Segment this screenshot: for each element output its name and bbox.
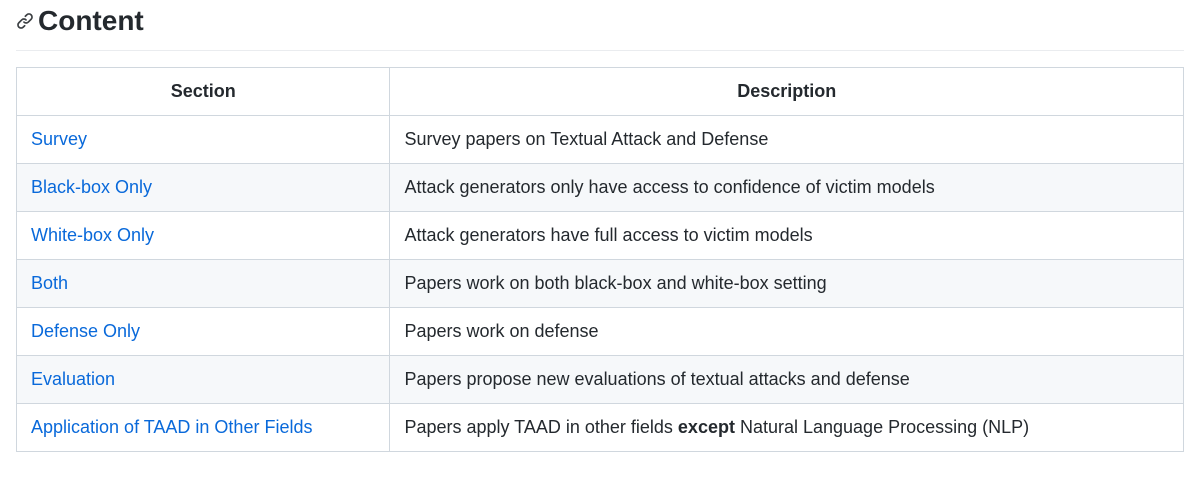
table-row: Evaluation Papers propose new evaluations… <box>17 356 1184 404</box>
section-link[interactable]: Defense Only <box>31 321 140 341</box>
section-cell: Defense Only <box>17 308 390 356</box>
description-text: Attack generators only have access to co… <box>404 177 934 197</box>
table-row: Application of TAAD in Other Fields Paper… <box>17 404 1184 452</box>
section-cell: Black-box Only <box>17 164 390 212</box>
section-link[interactable]: Survey <box>31 129 87 149</box>
description-text: Natural Language Processing (NLP) <box>735 417 1029 437</box>
description-cell: Papers work on defense <box>390 308 1184 356</box>
heading-row: Content <box>16 0 1184 51</box>
table-row: Both Papers work on both black-box and wh… <box>17 260 1184 308</box>
description-cell: Papers work on both black-box and white-… <box>390 260 1184 308</box>
table-row: Defense Only Papers work on defense <box>17 308 1184 356</box>
table-row: Survey Survey papers on Textual Attack an… <box>17 116 1184 164</box>
table-header-description: Description <box>390 68 1184 116</box>
description-text: Papers work on defense <box>404 321 598 341</box>
description-emphasis: except <box>678 417 735 437</box>
description-cell: Papers propose new evaluations of textua… <box>390 356 1184 404</box>
section-cell: Evaluation <box>17 356 390 404</box>
link-icon[interactable] <box>16 12 34 30</box>
section-link[interactable]: Application of TAAD in Other Fields <box>31 417 312 437</box>
section-link[interactable]: Black-box Only <box>31 177 152 197</box>
section-cell: Both <box>17 260 390 308</box>
section-heading: Content <box>38 0 144 42</box>
table-header-section: Section <box>17 68 390 116</box>
description-text: Survey papers on Textual Attack and Defe… <box>404 129 768 149</box>
table-body: Survey Survey papers on Textual Attack an… <box>17 116 1184 452</box>
section-link[interactable]: White-box Only <box>31 225 154 245</box>
description-text: Papers propose new evaluations of textua… <box>404 369 909 389</box>
section-cell: Application of TAAD in Other Fields <box>17 404 390 452</box>
table-row: White-box Only Attack generators have ful… <box>17 212 1184 260</box>
description-text: Attack generators have full access to vi… <box>404 225 812 245</box>
description-cell: Papers apply TAAD in other fields except… <box>390 404 1184 452</box>
content-table: Section Description Survey Survey papers … <box>16 67 1184 452</box>
description-cell: Survey papers on Textual Attack and Defe… <box>390 116 1184 164</box>
section-cell: Survey <box>17 116 390 164</box>
section-link[interactable]: Both <box>31 273 68 293</box>
description-text: Papers work on both black-box and white-… <box>404 273 826 293</box>
section-cell: White-box Only <box>17 212 390 260</box>
table-row: Black-box Only Attack generators only hav… <box>17 164 1184 212</box>
description-cell: Attack generators have full access to vi… <box>390 212 1184 260</box>
description-text: Papers apply TAAD in other fields <box>404 417 677 437</box>
description-cell: Attack generators only have access to co… <box>390 164 1184 212</box>
section-link[interactable]: Evaluation <box>31 369 115 389</box>
